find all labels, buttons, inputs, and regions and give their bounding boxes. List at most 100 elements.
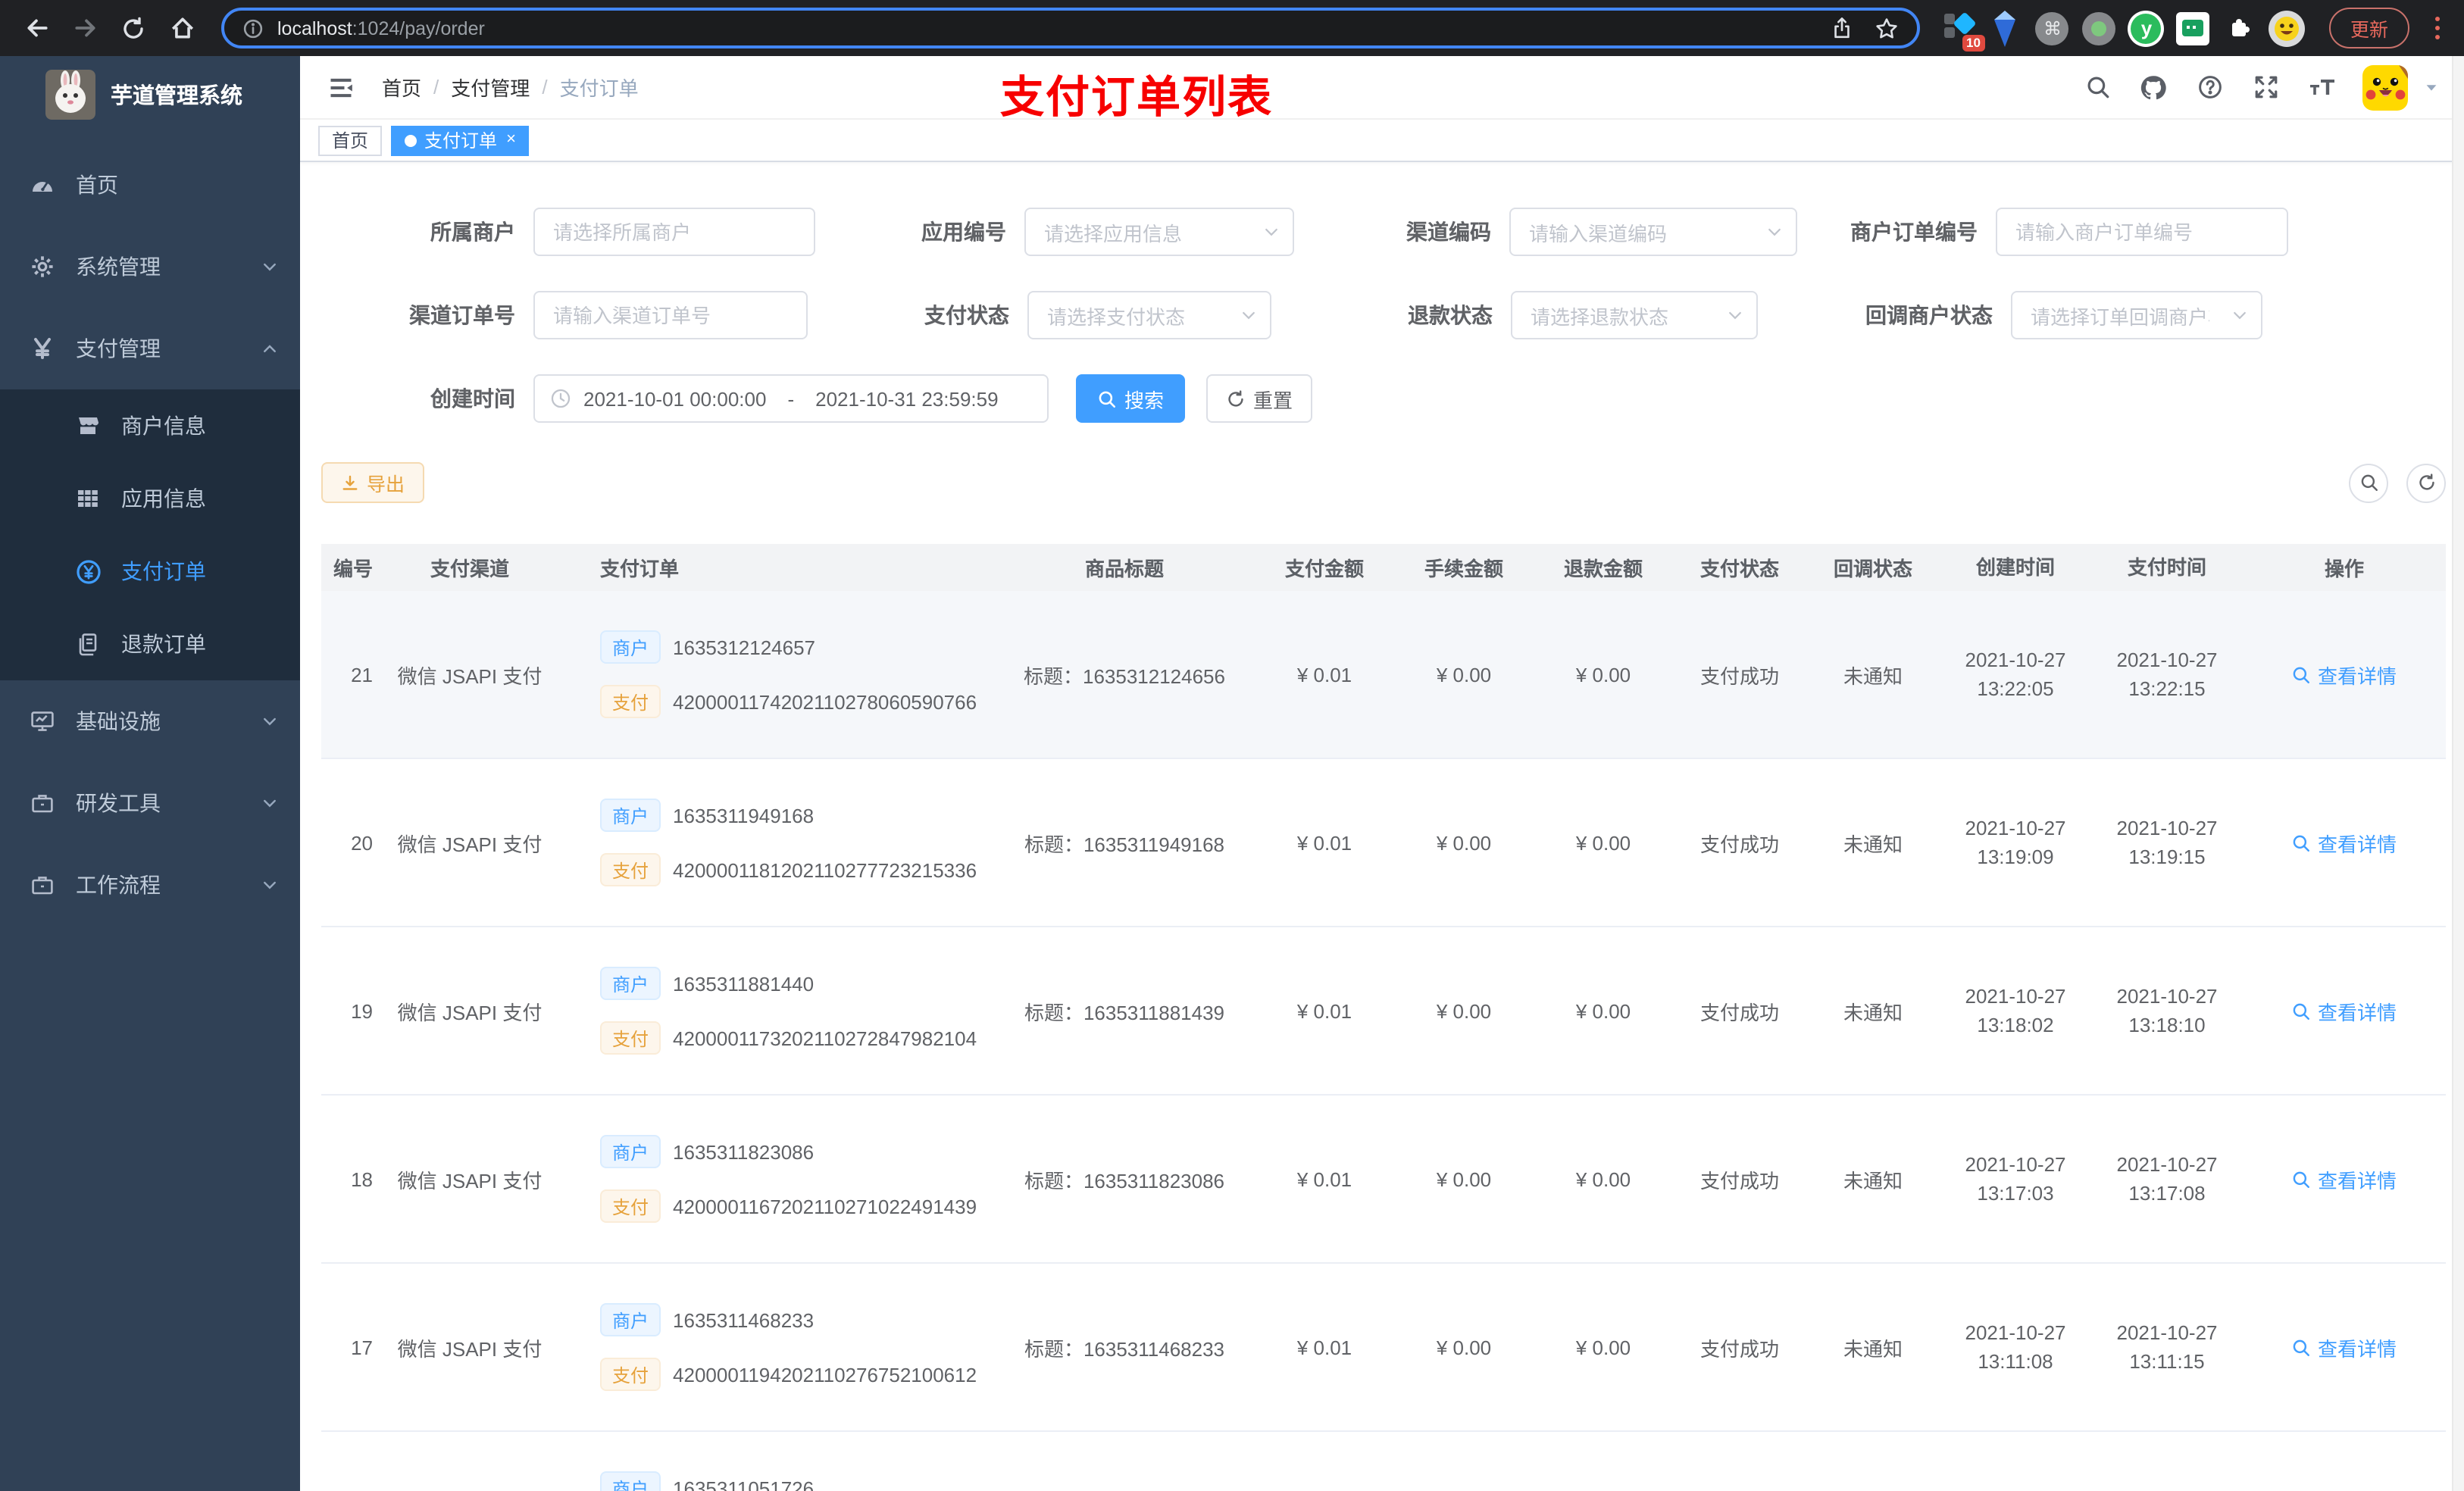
page-title: 支付订单列表 [1000, 74, 1274, 123]
cell-pay-time: 2021-10-27 13:11:15 [2116, 1321, 2218, 1373]
cell-action: 查看详情 [2243, 660, 2446, 689]
site-info-icon[interactable] [242, 17, 264, 39]
sidebar-item-system[interactable]: 系统管理 [0, 226, 300, 308]
active-dot [405, 134, 417, 146]
tab-home[interactable]: 首页 [318, 125, 383, 155]
extension-sketch-icon[interactable]: 10 [1938, 8, 1985, 52]
url-bar[interactable]: localhost:1024/pay/order [221, 8, 1920, 48]
sidebar-item-merchant-info[interactable]: 商户信息 [0, 389, 300, 462]
sidebar-item-app-info[interactable]: 应用信息 [0, 462, 300, 535]
home-icon[interactable] [161, 7, 203, 49]
cell-create-time: 2021-10-27 13:22:05 [1965, 649, 2066, 700]
extension-command-icon[interactable]: ⌘ [2032, 8, 2073, 48]
cell-pay-status: 支付成功 [1699, 833, 1779, 855]
cell-fee: ¥ 0.00 [1436, 1167, 1492, 1190]
cell-order: 商户 1635311823086 支付 4200001167202110271022… [567, 1135, 994, 1223]
refresh-button[interactable] [2406, 463, 2446, 502]
chevron-down-icon [1262, 223, 1280, 241]
create-time-range-input[interactable]: 2021-10-01 00:00:00 - 2021-10-31 23:59:5… [533, 374, 1049, 423]
export-button[interactable]: 导出 [321, 462, 425, 503]
pay-tag: 支付 [600, 685, 661, 718]
cell-id: 21 [351, 663, 373, 686]
avatar[interactable] [2362, 64, 2408, 110]
share-icon[interactable] [1831, 17, 1853, 39]
extension-record-icon[interactable] [2079, 8, 2120, 48]
bookmark-star-icon[interactable] [1875, 16, 1899, 40]
merchant-order-no-filter-input[interactable] [1996, 208, 2288, 256]
fullscreen-icon[interactable] [2250, 72, 2281, 102]
cell-action: 查看详情 [2243, 1333, 2446, 1361]
sidebar-item-refund-order[interactable]: 退款订单 [0, 608, 300, 680]
sidebar-item-workflow[interactable]: 工作流程 [0, 844, 300, 926]
breadcrumb-home[interactable]: 首页 [382, 73, 421, 102]
extensions-puzzle-icon[interactable] [2220, 8, 2261, 48]
logo-avatar [45, 69, 95, 119]
extension-kite-icon[interactable] [1985, 8, 2026, 48]
view-detail-link[interactable]: 查看详情 [2292, 996, 2397, 1025]
help-icon[interactable] [2194, 72, 2225, 102]
extension-badge: 10 [1962, 35, 1985, 52]
clock-icon [550, 388, 571, 409]
reload-icon[interactable] [112, 7, 155, 49]
channel-order-no-filter-input[interactable] [533, 291, 808, 339]
chrome-update-button[interactable]: 更新 [2328, 8, 2409, 48]
merchant-order-no-filter-label: 商户订单编号 [1850, 220, 1978, 244]
date-start: 2021-10-01 00:00:00 [583, 387, 767, 410]
extension-chat-icon[interactable] [2173, 8, 2214, 48]
refund-status-filter-select[interactable]: 请选择退款状态 [1511, 291, 1758, 339]
caret-down-icon[interactable] [2423, 79, 2440, 95]
sidebar-item-home[interactable]: 首页 [0, 144, 300, 226]
col-fee: 手续金额 [1424, 558, 1503, 580]
col-pay-time: 支付时间 [2127, 556, 2206, 579]
page-scrollbar[interactable] [2452, 56, 2464, 1491]
merchant-filter-input[interactable] [533, 208, 815, 256]
search-button[interactable]: 搜索 [1076, 374, 1185, 423]
col-id: 编号 [333, 558, 373, 580]
sidebar-item-pay-order[interactable]: 支付订单 [0, 535, 300, 608]
merchant-tag: 商户 [600, 967, 661, 1000]
yen-icon [30, 336, 55, 361]
sidebar-item-payment[interactable]: 支付管理 [0, 308, 300, 389]
cell-channel: 微信 JSAPI 支付 [397, 1169, 543, 1192]
sidebar-collapse-icon[interactable] [324, 70, 358, 104]
browser-menu-icon[interactable] [2425, 10, 2449, 46]
hide-search-button[interactable] [2349, 463, 2388, 502]
chevron-up-icon [261, 339, 279, 358]
cell-create-time: 2021-10-27 13:19:09 [1965, 817, 2066, 868]
forward-icon[interactable] [64, 7, 106, 49]
tab-pay-order[interactable]: 支付订单 × [391, 125, 530, 155]
pay-order-no: 4200001167202110271022491439 [673, 1195, 977, 1217]
app-filter-select[interactable]: 请选择应用信息 [1024, 208, 1294, 256]
app-title: 芋道管理系统 [111, 84, 242, 108]
notify-status-filter-select[interactable]: 请选择订单回调商户状态 [2011, 291, 2262, 339]
app-logo[interactable]: 芋道管理系统 [0, 56, 300, 132]
breadcrumb-pay-manage[interactable]: 支付管理 [451, 73, 530, 102]
reset-button[interactable]: 重置 [1206, 374, 1312, 423]
sidebar-item-dev-tools[interactable]: 研发工具 [0, 762, 300, 844]
table-row: 商户1635311051726 支付 标题： 查看详情 [321, 1432, 2446, 1491]
merchant-tag: 商户 [600, 630, 661, 664]
merchant-order-no: 1635311823086 [673, 1140, 815, 1163]
cell-amount: ¥ 0.01 [1296, 1336, 1352, 1358]
refund-status-filter-label: 退款状态 [1408, 303, 1493, 327]
extension-y-icon[interactable]: y [2126, 8, 2167, 48]
tags-view-bar: 首页 支付订单 × [300, 120, 2464, 162]
cell-refund: ¥ 0.00 [1575, 1167, 1631, 1190]
cell-pay-time: 2021-10-27 13:22:15 [2116, 649, 2218, 700]
view-detail-link[interactable]: 查看详情 [2292, 1164, 2397, 1193]
cell-action: 查看详情 [2243, 1164, 2446, 1193]
col-create-time: 创建时间 [1975, 556, 2055, 579]
pay-status-filter-select[interactable]: 请选择支付状态 [1027, 291, 1271, 339]
back-icon[interactable] [15, 7, 58, 49]
font-size-icon[interactable] [2306, 72, 2337, 102]
sidebar-item-infrastructure[interactable]: 基础设施 [0, 680, 300, 762]
channel-code-filter-select[interactable]: 请输入渠道编码 [1509, 208, 1797, 256]
view-detail-link[interactable]: 查看详情 [2292, 660, 2397, 689]
view-detail-link[interactable]: 查看详情 [2292, 828, 2397, 857]
close-icon[interactable]: × [506, 131, 516, 148]
cell-order: 商户 1635312124657 支付 4200001174202110278060… [567, 630, 994, 718]
profile-emoji-icon[interactable] [2267, 8, 2308, 48]
search-icon[interactable] [2082, 72, 2112, 102]
view-detail-link[interactable]: 查看详情 [2292, 1333, 2397, 1361]
github-icon[interactable] [2138, 72, 2169, 102]
